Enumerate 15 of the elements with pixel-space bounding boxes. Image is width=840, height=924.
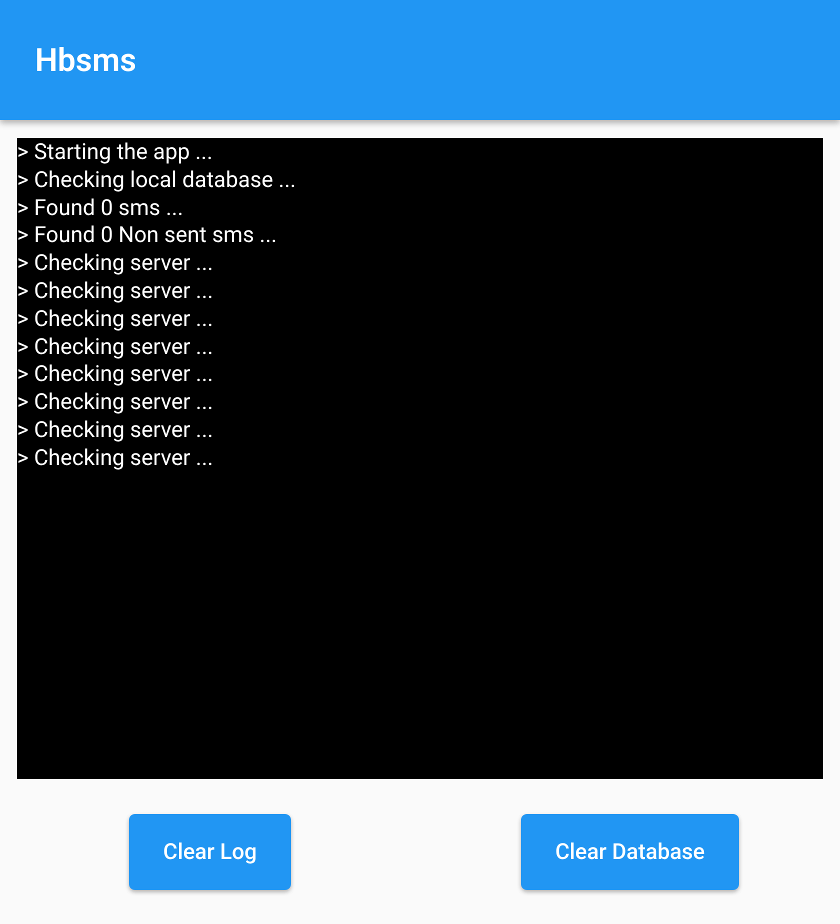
log-line: > Found 0 Non sent sms ... bbox=[17, 222, 278, 250]
log-line: > Checking server ... bbox=[17, 444, 214, 473]
log-line: > Checking server ... bbox=[17, 416, 214, 445]
log-line: > Checking server ... bbox=[17, 334, 214, 362]
action-button[interactable]: Clear Database bbox=[521, 814, 739, 890]
log-line: > Checking server ... bbox=[17, 306, 214, 334]
action-button[interactable]: Clear Log bbox=[129, 814, 291, 890]
log-line: > Checking server ... bbox=[17, 389, 214, 417]
app-title: Hbsms bbox=[35, 40, 136, 81]
log-line: > Found 0 sms ... bbox=[17, 194, 184, 222]
log-line: > Starting the app ... bbox=[17, 139, 214, 167]
log-line: > Checking server ... bbox=[17, 250, 214, 278]
log-line: > Checking local database ... bbox=[17, 166, 297, 195]
log-line: > Checking server ... bbox=[17, 361, 214, 390]
log-line: > Checking server ... bbox=[17, 278, 214, 306]
